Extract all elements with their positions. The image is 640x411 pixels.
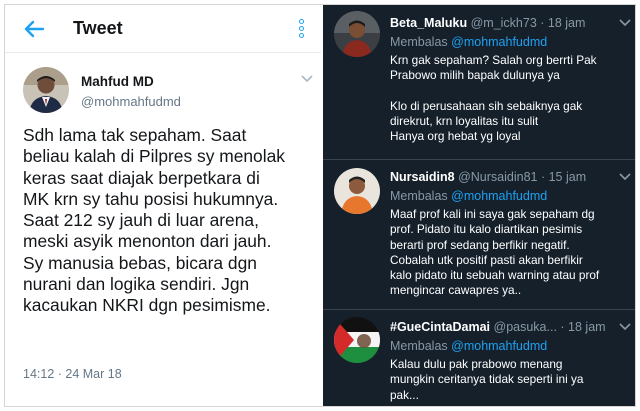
replying-label: Membalas [390,339,452,353]
reply-line: Hanya org hebat yg loyal [390,129,521,144]
tweet-line: keras saat diajak berpetkara di [23,167,260,188]
tweet-detail-panel: Tweet Mahfud MD @mohmahfudmd Sdh lama ta… [5,5,321,406]
mention-link[interactable]: @mohmahfudmd [451,189,547,203]
reply-author-name[interactable]: Nursaidin8 [390,170,455,184]
tweet-line: kacaukan NKRI dgn pesimisme. [23,295,271,316]
tweet-line: Sdh lama tak sepaham. Saat [23,125,247,145]
reply-line: mungkin ceritanya tidak seperti ini ya [390,372,584,387]
replies-panel: Beta_Maluku @m_ickh73 · 18 jam Membalas … [323,5,635,406]
reply-line: Klo di perusahaan sih sebaiknya gak [390,98,583,113]
reply-line: mengincar cawapres ya.. [390,283,522,298]
screenshot-frame: Tweet Mahfud MD @mohmahfudmd Sdh lama ta… [4,4,636,407]
page-title: Tweet [73,18,123,38]
kebab-vertical-icon[interactable] [297,19,305,41]
tweet-text: Sdh lama tak sepaham. Saat beliau kalah … [23,125,317,317]
reply-header: Beta_Maluku @m_ickh73 · 18 jam [390,16,585,30]
reply-author-name[interactable]: Beta_Maluku [390,16,467,30]
reply-line: Maaf prof kali ini saya gak sepaham dg [390,207,595,221]
replying-label: Membalas [390,35,452,49]
replying-to: Membalas @mohmahfudmd [390,189,547,203]
reply-text: Maaf prof kali ini saya gak sepaham dg p… [390,207,634,299]
tweet-line: nurani dan logika sendiri. Jgn [23,274,250,295]
chevron-down-icon[interactable] [619,173,631,181]
chevron-down-icon[interactable] [619,19,631,27]
reply-line: Prabowo milih bapak dulunya ya [390,68,560,83]
reply-line: pak... [390,387,419,402]
reply-line: Krn gak sepaham? Salah org berrti Pak [390,53,597,67]
mention-link[interactable]: @mohmahfudmd [451,35,547,49]
top-app-bar: Tweet [5,5,321,53]
author-name[interactable]: Mahfud MD [81,74,154,89]
reply-line: Kalau dulu pak prabowo menang [390,357,563,371]
tweet-line: beliau kalah di Pilpres sy menolak [23,146,285,167]
reply-header: Nursaidin8 @Nursaidin81 · 15 jam [390,170,586,184]
tweet-line: Saat 212 sy jauh di luar arena, [23,210,259,231]
replying-to: Membalas @mohmahfudmd [390,35,547,49]
reply-header: #GueCintaDamai @pasuka... · 18 jam [390,320,606,334]
avatar[interactable] [334,168,380,214]
avatar[interactable] [334,317,380,363]
reply-text: Kalau dulu pak prabowo menang mungkin ce… [390,357,634,403]
reply-line: Cobalah utk positif pasti akan berfikir [390,252,583,267]
chevron-down-icon[interactable] [301,75,313,83]
reply-meta: @Nursaidin81 · 15 jam [458,170,587,184]
tweet-line: MK krn sy tahu posisi hukumnya. [23,188,279,209]
reply-author-name[interactable]: #GueCintaDamai [390,320,490,334]
author-handle[interactable]: @mohmahfudmd [81,94,181,109]
chevron-down-icon[interactable] [619,323,631,331]
reply-meta: @m_ickh73 · 18 jam [470,16,586,30]
reply-line: prof. Pidato itu kalo diartikan pesimis [390,222,583,237]
tweet-line: Sy manusia bebas, bicara dgn [23,252,257,273]
arrow-left-icon[interactable] [23,20,45,38]
reply-line: berarti prof sedang berfikir negatif. [390,237,570,252]
reply-line: kalo pidato itu sebuah warning atau prof [390,268,600,283]
tweet-timestamp: 14:12 · 24 Mar 18 [23,367,122,381]
reply-line [390,84,634,99]
mention-link[interactable]: @mohmahfudmd [451,339,547,353]
replying-label: Membalas [390,189,452,203]
avatar[interactable] [334,11,380,57]
reply-meta: @pasuka... · 18 jam [493,320,606,334]
reply-line: direkrut, krn loyalitas itu sulit [390,114,539,129]
divider [323,309,635,310]
replying-to: Membalas @mohmahfudmd [390,339,547,353]
reply-text: Krn gak sepaham? Salah org berrti Pak Pr… [390,53,634,145]
divider [323,159,635,160]
tweet-line: meski asyik menonton dari jauh. [23,231,272,252]
author-avatar[interactable] [23,67,69,113]
